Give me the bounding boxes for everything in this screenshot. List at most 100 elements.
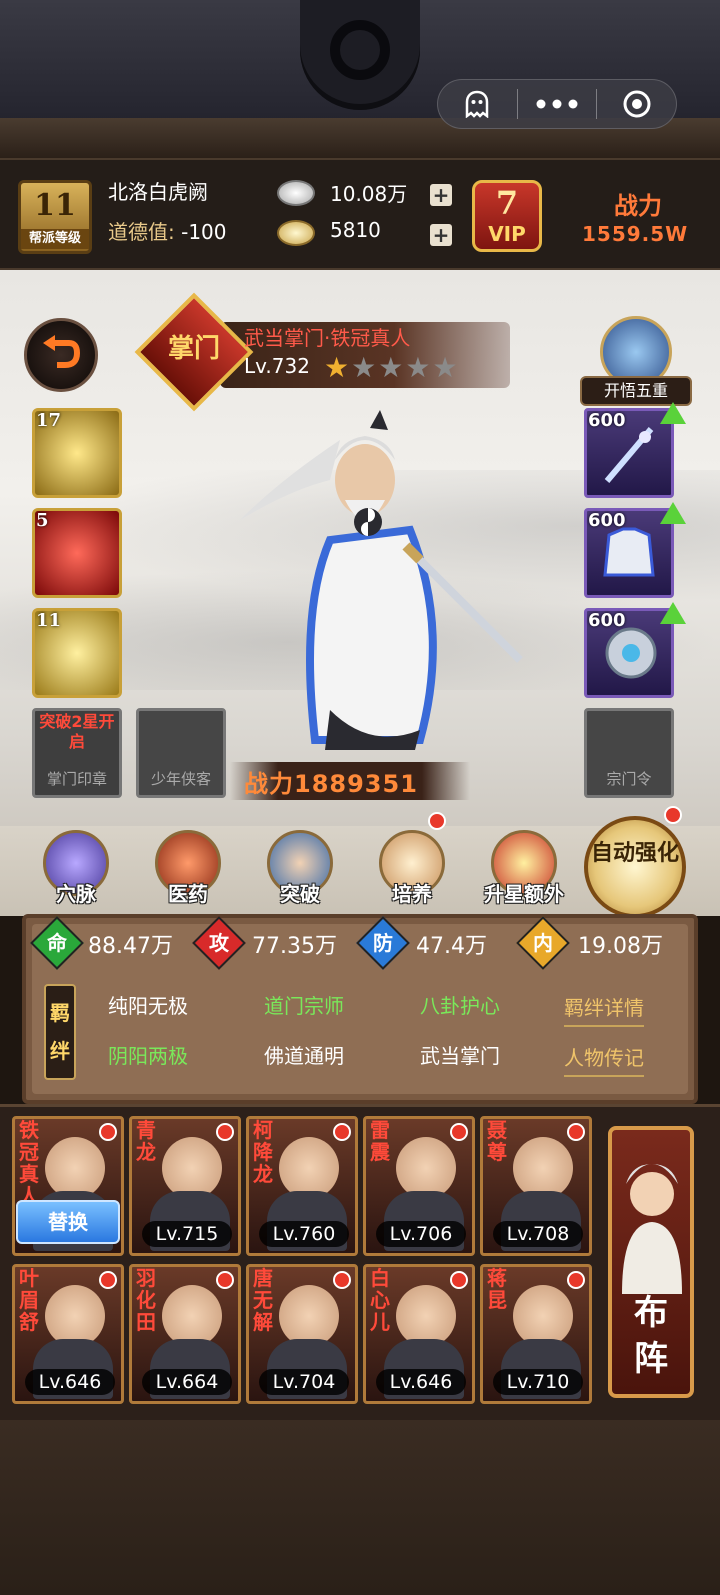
total-power-label: 战力	[614, 192, 662, 220]
bond-item: 阴阳两极	[108, 1044, 188, 1068]
guild-name: 北洛白虎阙	[108, 180, 208, 204]
hero-card[interactable]: 唐无解 Lv.704	[246, 1264, 358, 1404]
hero-card-level: Lv.646	[25, 1369, 115, 1395]
hero-avatar	[396, 1137, 456, 1199]
back-arrow-icon	[43, 335, 81, 368]
total-power-value: 1559.5W	[582, 222, 689, 246]
hero-avatar	[162, 1285, 222, 1347]
formation-label: 布阵	[634, 1293, 668, 1379]
order-slot[interactable]: 宗门令	[584, 708, 674, 798]
vip-level: 7	[495, 184, 519, 222]
swap-button[interactable]: 替换	[16, 1200, 120, 1244]
morality-label: 道德值:	[108, 220, 175, 244]
ghost-icon[interactable]	[438, 80, 517, 128]
morality-value: -100	[181, 220, 227, 244]
defense-stat-value: 47.4万	[416, 934, 487, 959]
bond-item: 武当掌门	[420, 1044, 500, 1068]
hero-card-level: Lv.708	[493, 1221, 583, 1247]
meridian-button[interactable]: 穴脉	[26, 826, 126, 916]
notification-dot	[216, 1123, 234, 1141]
vip-label: VIP	[488, 222, 526, 246]
gold-amount: 5810	[330, 218, 381, 242]
hero-card[interactable]: 叶眉舒 Lv.646	[12, 1264, 124, 1404]
hero-card[interactable]: 青龙 Lv.715	[129, 1116, 241, 1256]
hero-card-level: Lv.664	[142, 1369, 232, 1395]
skill-level: 5	[36, 510, 49, 531]
notification-dot	[99, 1271, 117, 1289]
silver-amount: 10.08万	[330, 182, 408, 206]
notification-dot	[450, 1123, 468, 1141]
hero-card[interactable]: 白心儿 Lv.646	[363, 1264, 475, 1404]
hero-portrait	[240, 410, 523, 750]
medicine-label: 医药	[168, 882, 208, 906]
youth-slot-label: 少年侠客	[150, 770, 211, 788]
guild-level-badge[interactable]: 11 帮派等级	[18, 180, 92, 254]
hero-avatar	[279, 1137, 339, 1199]
hero-card-name: 柯降龙	[253, 1118, 273, 1186]
star-up-button[interactable]: 升星额外	[474, 826, 574, 916]
youth-slot[interactable]: 少年侠客	[136, 708, 226, 798]
hero-card-name: 叶眉舒	[19, 1266, 39, 1334]
breakthrough-button[interactable]: 突破	[250, 826, 350, 916]
hero-avatar	[45, 1285, 105, 1347]
hero-power: 战力1889351	[244, 770, 418, 798]
star-empty-icon: ★	[432, 351, 458, 384]
cultivate-button[interactable]: 培养	[362, 826, 462, 916]
upgrade-arrow-icon	[660, 602, 686, 624]
equip-level: 600	[588, 610, 626, 631]
biography-link[interactable]: 人物传记	[564, 1042, 644, 1077]
hero-card[interactable]: 羽化田 Lv.664	[129, 1264, 241, 1404]
bond-detail-link[interactable]: 羁绊详情	[564, 992, 644, 1027]
notification-dot	[333, 1123, 351, 1141]
hero-level: Lv.732	[244, 354, 310, 378]
miniprogram-capsule	[437, 79, 677, 129]
guild-level-label: 帮派等级	[21, 229, 89, 249]
bottom-floor	[0, 1420, 720, 1595]
bond-item: 道门宗师	[264, 994, 344, 1018]
rank-badge-text: 掌门	[167, 334, 220, 364]
notification-dot	[567, 1123, 585, 1141]
hero-card[interactable]: 聂尊 Lv.708	[480, 1116, 592, 1256]
medicine-button[interactable]: 医药	[138, 826, 238, 916]
close-target-icon[interactable]	[597, 80, 676, 128]
bond-badge: 羁绊	[44, 984, 76, 1080]
equip-level: 600	[588, 510, 626, 531]
skill-level: 11	[36, 610, 62, 631]
star-up-label: 升星额外	[484, 882, 564, 906]
hero-stars: ★ ★ ★ ★ ★	[324, 354, 458, 382]
hero-avatar	[513, 1137, 573, 1199]
hero-avatar	[45, 1137, 105, 1199]
order-slot-label: 宗门令	[606, 770, 652, 788]
notification-dot	[333, 1271, 351, 1289]
auto-strengthen-button[interactable]: 自动强化	[584, 816, 686, 918]
attack-stat-value: 77.35万	[252, 934, 337, 959]
skill-level: 17	[36, 410, 62, 431]
hero-card[interactable]: 柯降龙 Lv.760	[246, 1116, 358, 1256]
star-empty-icon: ★	[378, 351, 404, 384]
seal-unlock-note: 突破2星开启	[39, 712, 115, 751]
hero-card-level: Lv.646	[376, 1369, 466, 1395]
cultivate-label: 培养	[392, 882, 432, 906]
notification-dot	[567, 1271, 585, 1289]
back-button[interactable]	[24, 318, 98, 392]
bond-item: 佛道通明	[264, 1044, 344, 1068]
hero-card-level: Lv.704	[259, 1369, 349, 1395]
hero-title: 武当掌门·铁冠真人	[244, 326, 411, 350]
add-silver-button[interactable]: +	[430, 184, 452, 206]
add-gold-button[interactable]: +	[430, 224, 452, 246]
hero-card[interactable]: 蒋昆 Lv.710	[480, 1264, 592, 1404]
hero-card-level: Lv.760	[259, 1221, 349, 1247]
upgrade-arrow-icon	[660, 402, 686, 424]
more-icon[interactable]	[518, 80, 597, 128]
hero-card-name: 铁冠真人	[19, 1118, 39, 1208]
vip-badge[interactable]: 7 VIP	[472, 180, 542, 252]
bond-item: 纯阳无极	[108, 994, 188, 1018]
gold-ingot-icon	[277, 220, 315, 246]
hero-card-name: 聂尊	[487, 1118, 507, 1164]
seal-slot-label: 掌门印章	[46, 770, 107, 788]
hero-card-name: 青龙	[136, 1118, 156, 1164]
hero-card-level: Lv.706	[376, 1221, 466, 1247]
hero-card-name: 白心儿	[370, 1266, 390, 1334]
hero-card[interactable]: 雷震 Lv.706	[363, 1116, 475, 1256]
morality: 道德值: -100	[108, 216, 227, 245]
